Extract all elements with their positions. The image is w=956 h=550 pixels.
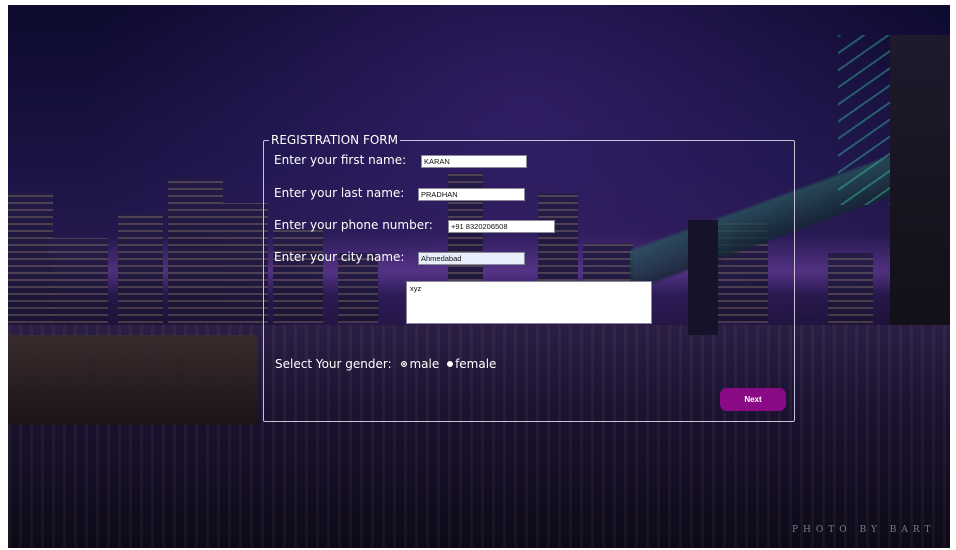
- city-input[interactable]: [418, 252, 525, 265]
- address-textarea[interactable]: xyz: [406, 281, 652, 324]
- last-name-label: Enter your last name:: [274, 186, 405, 200]
- city-label: Enter your city name:: [274, 250, 405, 264]
- gender-group: Select Your gender: male female: [275, 357, 496, 371]
- bridge-tower: [890, 35, 950, 325]
- radio-icon[interactable]: [447, 361, 454, 367]
- next-button[interactable]: Next: [720, 388, 786, 411]
- phone-input[interactable]: [448, 220, 555, 233]
- radio-icon[interactable]: [401, 361, 408, 367]
- first-name-input[interactable]: [421, 155, 527, 168]
- gender-label: Select Your gender:: [275, 357, 392, 371]
- building: [8, 193, 53, 323]
- photo-credit: PHOTO BY BART: [792, 525, 936, 535]
- last-name-input[interactable]: [418, 188, 525, 201]
- building: [48, 238, 108, 323]
- form-legend: REGISTRATION FORM: [271, 133, 398, 147]
- first-name-label: Enter your first name:: [274, 153, 407, 167]
- phone-label: Enter your phone number:: [274, 218, 433, 232]
- gender-option-male[interactable]: male: [401, 357, 439, 371]
- gender-option-female[interactable]: female: [447, 357, 496, 371]
- gender-option-label: male: [409, 357, 440, 371]
- pier: [8, 335, 258, 425]
- building: [118, 213, 163, 323]
- building: [168, 178, 223, 323]
- gender-option-label: female: [455, 357, 497, 371]
- building: [223, 203, 268, 323]
- registration-form: REGISTRATION FORM: [263, 133, 795, 422]
